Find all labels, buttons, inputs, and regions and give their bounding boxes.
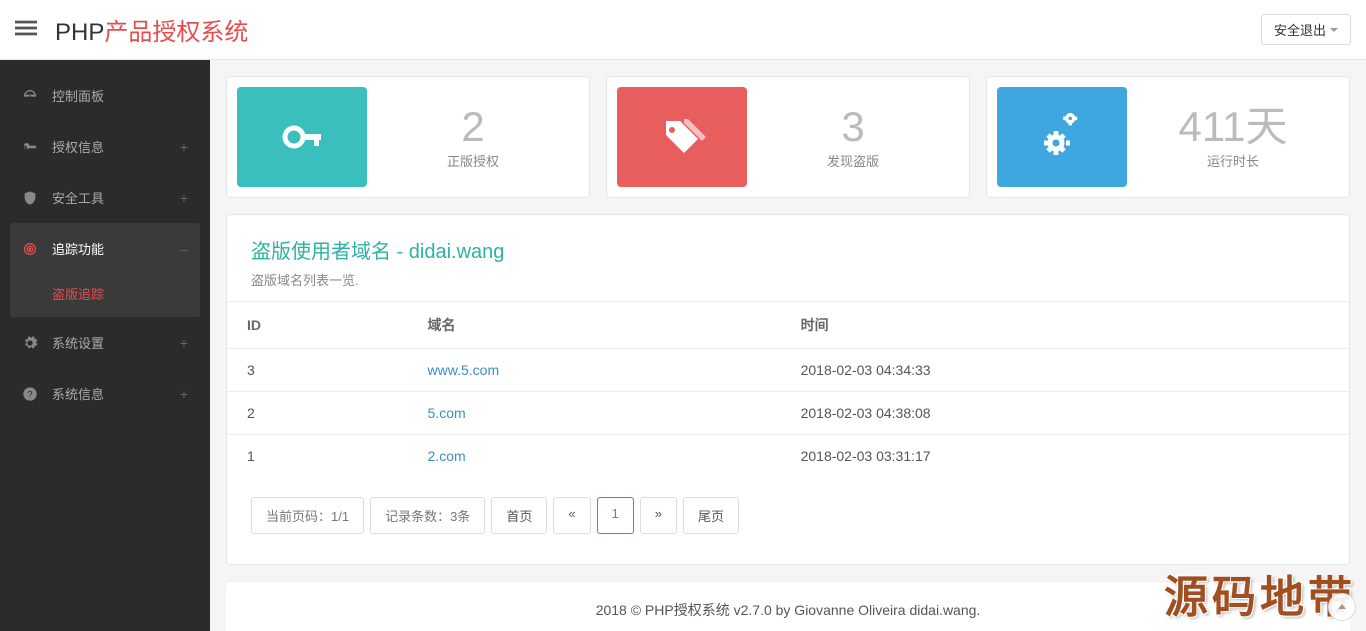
brand-right: 产品授权系统 [104, 19, 248, 46]
domains-table: ID 域名 时间 3 www.5.com 2018-02-03 04:34:33… [227, 301, 1349, 477]
stat-label: 运行时长 [1127, 151, 1339, 170]
expand-indicator: + [180, 386, 188, 402]
page-last[interactable]: 尾页 [683, 497, 739, 534]
pagination: 当前页码：1/1 记录条数：3条 首页 « 1 » 尾页 [227, 477, 1349, 564]
sidebar-item-info[interactable]: ? 系统信息 + [10, 368, 200, 419]
sidebar-item-settings[interactable]: 系统设置 + [10, 317, 200, 368]
table-row: 2 5.com 2018-02-03 04:38:08 [227, 392, 1349, 435]
sidebar-item-tracking[interactable]: 追踪功能 – [10, 223, 200, 274]
footer: 2018 © PHP授权系统 v2.7.0 by Giovanne Olivei… [226, 581, 1350, 631]
stat-value: 2 [367, 104, 579, 150]
page-prev[interactable]: « [553, 497, 590, 534]
gears-icon [997, 87, 1127, 187]
target-icon [22, 241, 40, 257]
sidebar-item-license[interactable]: 授权信息 + [10, 121, 200, 172]
cell-time: 2018-02-03 04:34:33 [781, 349, 1349, 392]
brand-title: PHP产品授权系统 [55, 12, 248, 47]
logout-label: 安全退出 [1274, 20, 1326, 39]
key-icon [22, 139, 40, 155]
stat-value: 3 [747, 104, 959, 150]
stats-row: 2 正版授权 3 发现盗版 411天 运行时长 [226, 76, 1350, 198]
col-domain: 域名 [408, 302, 781, 349]
sidebar-item-label: 授权信息 [52, 137, 180, 156]
stat-value: 411天 [1127, 104, 1339, 150]
help-icon: ? [22, 386, 40, 402]
sidebar: 控制面板 授权信息 + 安全工具 + 追踪功能 – 盗版追踪 系统设置 + ? [0, 60, 210, 631]
stat-card-license: 2 正版授权 [226, 76, 590, 198]
sidebar-item-security[interactable]: 安全工具 + [10, 172, 200, 223]
brand-left: PHP [55, 19, 104, 46]
expand-indicator: + [180, 190, 188, 206]
stat-label: 正版授权 [367, 151, 579, 170]
tags-icon [617, 87, 747, 187]
page-next[interactable]: » [640, 497, 677, 534]
navbar: PHP产品授权系统 安全退出 [0, 0, 1366, 60]
domain-link[interactable]: 5.com [428, 405, 466, 421]
domain-link[interactable]: www.5.com [428, 362, 500, 378]
cell-time: 2018-02-03 03:31:17 [781, 435, 1349, 478]
cell-time: 2018-02-03 04:38:08 [781, 392, 1349, 435]
sidebar-item-label: 追踪功能 [52, 239, 180, 258]
count-info: 记录条数：3条 [370, 497, 485, 534]
scroll-top-button[interactable] [1328, 593, 1356, 621]
piracy-domains-panel: 盗版使用者域名 - didai.wang 盗版域名列表一览. ID 域名 时间 … [226, 214, 1350, 565]
logout-button[interactable]: 安全退出 [1261, 14, 1351, 45]
col-id: ID [227, 302, 408, 349]
chevron-down-icon [1330, 28, 1338, 32]
expand-indicator: – [180, 241, 188, 257]
page-first[interactable]: 首页 [491, 497, 547, 534]
page-info: 当前页码：1/1 [251, 497, 364, 534]
sidebar-item-dashboard[interactable]: 控制面板 [10, 70, 200, 121]
sidebar-item-label: 系统设置 [52, 333, 180, 352]
sidebar-item-label: 安全工具 [52, 188, 180, 207]
cell-id: 2 [227, 392, 408, 435]
sidebar-subitem-piracy-tracking[interactable]: 盗版追踪 [10, 270, 200, 317]
svg-text:?: ? [27, 389, 32, 399]
expand-indicator: + [180, 335, 188, 351]
panel-title: 盗版使用者域名 - didai.wang [251, 235, 1325, 264]
sidebar-item-label: 控制面板 [52, 86, 188, 105]
dashboard-icon [22, 88, 40, 104]
table-row: 3 www.5.com 2018-02-03 04:34:33 [227, 349, 1349, 392]
sidebar-item-label: 系统信息 [52, 384, 180, 403]
gear-icon [22, 335, 40, 351]
col-time: 时间 [781, 302, 1349, 349]
main-content: 2 正版授权 3 发现盗版 411天 运行时长 盗版使用者域名 - di [210, 60, 1366, 631]
menu-toggle-icon[interactable] [15, 17, 43, 42]
expand-indicator: + [180, 139, 188, 155]
stat-card-piracy: 3 发现盗版 [606, 76, 970, 198]
shield-icon [22, 190, 40, 206]
panel-subtitle: 盗版域名列表一览. [251, 270, 1325, 289]
domain-link[interactable]: 2.com [428, 448, 466, 464]
stat-card-uptime: 411天 运行时长 [986, 76, 1350, 198]
cell-id: 1 [227, 435, 408, 478]
page-number[interactable]: 1 [597, 497, 634, 534]
stat-label: 发现盗版 [747, 151, 959, 170]
key-icon [237, 87, 367, 187]
sidebar-subitem-label: 盗版追踪 [52, 287, 104, 302]
table-row: 1 2.com 2018-02-03 03:31:17 [227, 435, 1349, 478]
cell-id: 3 [227, 349, 408, 392]
